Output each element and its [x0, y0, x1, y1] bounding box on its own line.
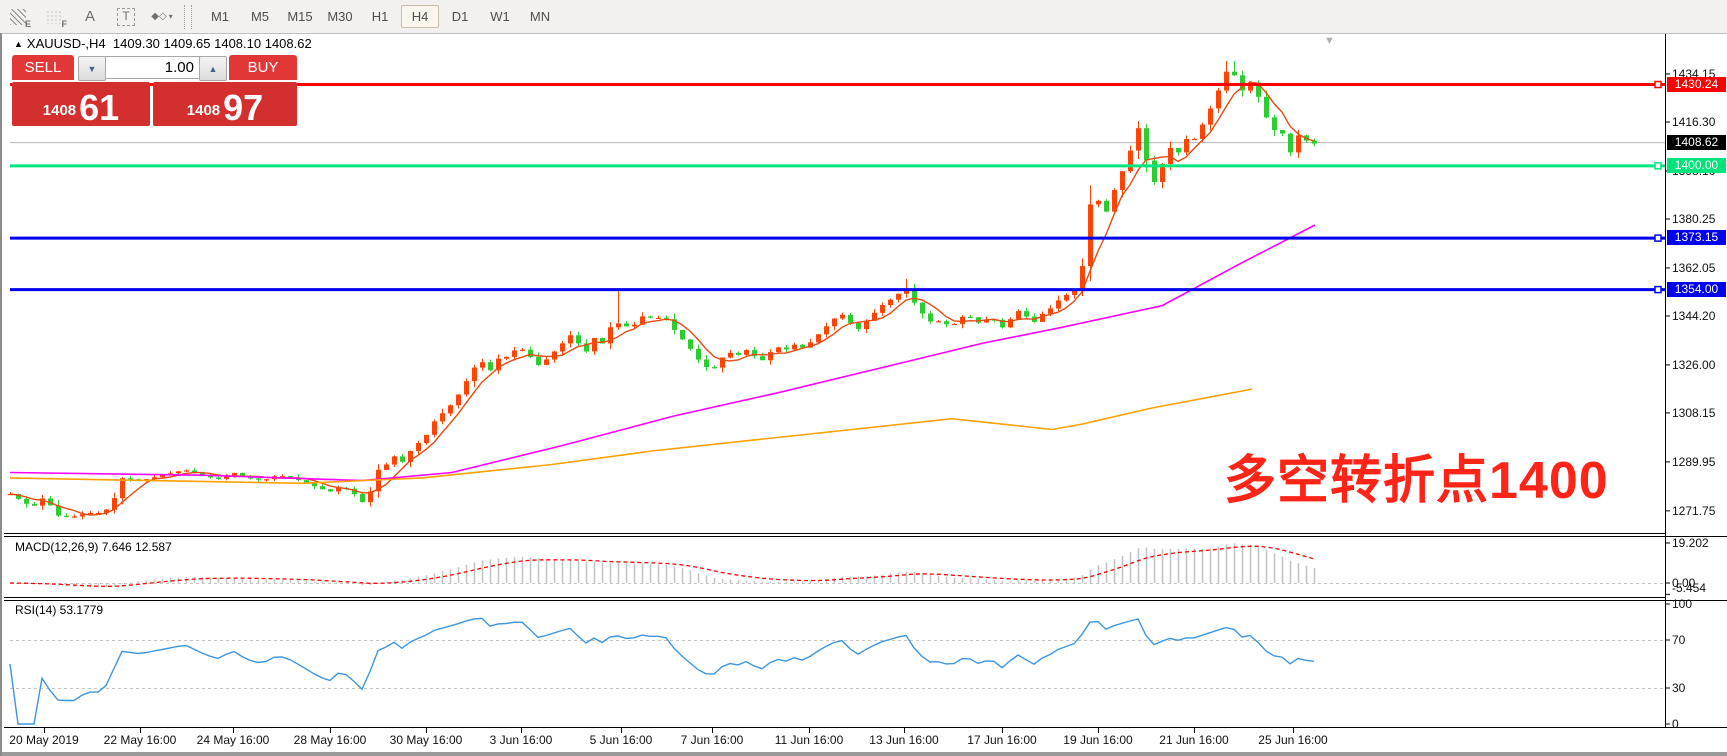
price-badge-1354.00: 1354.00 — [1667, 282, 1726, 297]
volume-increase-button[interactable]: ▲ — [199, 56, 227, 81]
mt4-application: EFAT◆◇▾ M1M5M15M30H1H4D1W1MN ▲ XAUUSD-,H4… — [0, 0, 1727, 756]
price-tick: 1289.95 — [1672, 455, 1715, 469]
rsi-label: RSI(14) 53.1779 — [15, 603, 103, 617]
volume-input[interactable] — [105, 56, 201, 79]
symbol-header: ▲ XAUUSD-,H4 1409.30 1409.65 1408.10 1408… — [14, 36, 312, 51]
time-tick: 21 Jun 16:00 — [1159, 733, 1228, 747]
one-click-trading-panel: SELL ▼ ▲ BUY 140861 140897 — [12, 55, 297, 123]
price-badge-1373.15: 1373.15 — [1667, 230, 1726, 245]
time-tick: 22 May 16:00 — [104, 733, 177, 747]
time-tick: 25 Jun 16:00 — [1258, 733, 1327, 747]
time-tick: 7 Jun 16:00 — [681, 733, 744, 747]
price-badge-1430.24: 1430.24 — [1667, 77, 1726, 92]
buy-price-big: 97 — [223, 93, 263, 123]
direction-triangle-icon: ▲ — [14, 39, 23, 49]
rsi-tick: 0 — [1672, 717, 1679, 731]
rsi-tick: 100 — [1672, 597, 1692, 611]
volume-decrease-button[interactable]: ▼ — [78, 56, 106, 81]
sell-price-big: 61 — [79, 93, 119, 123]
drawing-tools-group: EFAT◆◇▾ — [0, 5, 180, 29]
price-tick: 1380.25 — [1672, 212, 1715, 226]
text-icon[interactable]: A — [75, 5, 105, 29]
timeframe-mn[interactable]: MN — [521, 5, 559, 28]
time-tick: 28 May 16:00 — [294, 733, 367, 747]
time-tick: 3 Jun 16:00 — [490, 733, 553, 747]
rsi-tick: 30 — [1672, 681, 1685, 695]
time-tick: 20 May 2019 — [9, 733, 78, 747]
time-tick: 30 May 16:00 — [390, 733, 463, 747]
chart-canvas[interactable] — [2, 33, 1727, 756]
time-tick: 17 Jun 16:00 — [967, 733, 1036, 747]
draw-objects-icon[interactable]: E — [3, 5, 33, 29]
timeframe-h1[interactable]: H1 — [361, 5, 399, 28]
timeframe-m1[interactable]: M1 — [201, 5, 239, 28]
price-tick: 1326.00 — [1672, 358, 1715, 372]
rsi-tick: 70 — [1672, 633, 1685, 647]
toolbar-separator — [184, 5, 192, 29]
timeframe-d1[interactable]: D1 — [441, 5, 479, 28]
price-tick: 1271.75 — [1672, 504, 1715, 518]
price-tick: 1362.05 — [1672, 261, 1715, 275]
time-tick: 19 Jun 16:00 — [1063, 733, 1132, 747]
macd-label: MACD(12,26,9) 7.646 12.587 — [15, 540, 172, 554]
toolbar: EFAT◆◇▾ M1M5M15M30H1H4D1W1MN — [0, 0, 1727, 34]
sell-button[interactable]: SELL — [12, 55, 74, 80]
price-badge-1408.62: 1408.62 — [1667, 135, 1726, 150]
price-tick: 1416.30 — [1672, 115, 1715, 129]
fibonacci-grid-icon[interactable]: F — [39, 5, 69, 29]
chart-text-annotation: 多空转折点1400 — [1224, 438, 1609, 513]
symbol-name: XAUUSD-,H4 — [27, 36, 106, 51]
timeframe-h4[interactable]: H4 — [401, 5, 439, 28]
timeframe-m15[interactable]: M15 — [281, 5, 319, 28]
time-tick: 13 Jun 16:00 — [869, 733, 938, 747]
macd-tick: 19.202 — [1672, 536, 1709, 550]
price-tick: 1308.15 — [1672, 406, 1715, 420]
arrows-icon[interactable]: ◆◇▾ — [147, 5, 177, 29]
timeframe-m5[interactable]: M5 — [241, 5, 279, 28]
buy-price-small: 1408 — [187, 102, 220, 119]
buy-price-box[interactable]: 140897 — [153, 82, 297, 126]
timeframe-m30[interactable]: M30 — [321, 5, 359, 28]
chart-window: ▲ XAUUSD-,H4 1409.30 1409.65 1408.10 1408… — [0, 33, 1727, 756]
time-tick: 5 Jun 16:00 — [590, 733, 653, 747]
price-tick: 1344.20 — [1672, 309, 1715, 323]
chart-quick-nav-arrow-icon[interactable]: ▼ — [1324, 35, 1335, 47]
macd-tick: -5.454 — [1672, 581, 1706, 595]
buy-button[interactable]: BUY — [229, 55, 297, 80]
ohlc-values: 1409.30 1409.65 1408.10 1408.62 — [113, 36, 312, 51]
sell-price-small: 1408 — [43, 102, 76, 119]
timeframe-group: M1M5M15M30H1H4D1W1MN — [200, 5, 560, 28]
time-tick: 24 May 16:00 — [197, 733, 270, 747]
window-bottom-edge — [2, 752, 1727, 756]
price-badge-1400.00: 1400.00 — [1667, 158, 1726, 173]
time-tick: 11 Jun 16:00 — [775, 733, 844, 747]
timeframe-w1[interactable]: W1 — [481, 5, 519, 28]
sell-price-box[interactable]: 140861 — [12, 82, 150, 126]
text-label-icon[interactable]: T — [111, 5, 141, 29]
